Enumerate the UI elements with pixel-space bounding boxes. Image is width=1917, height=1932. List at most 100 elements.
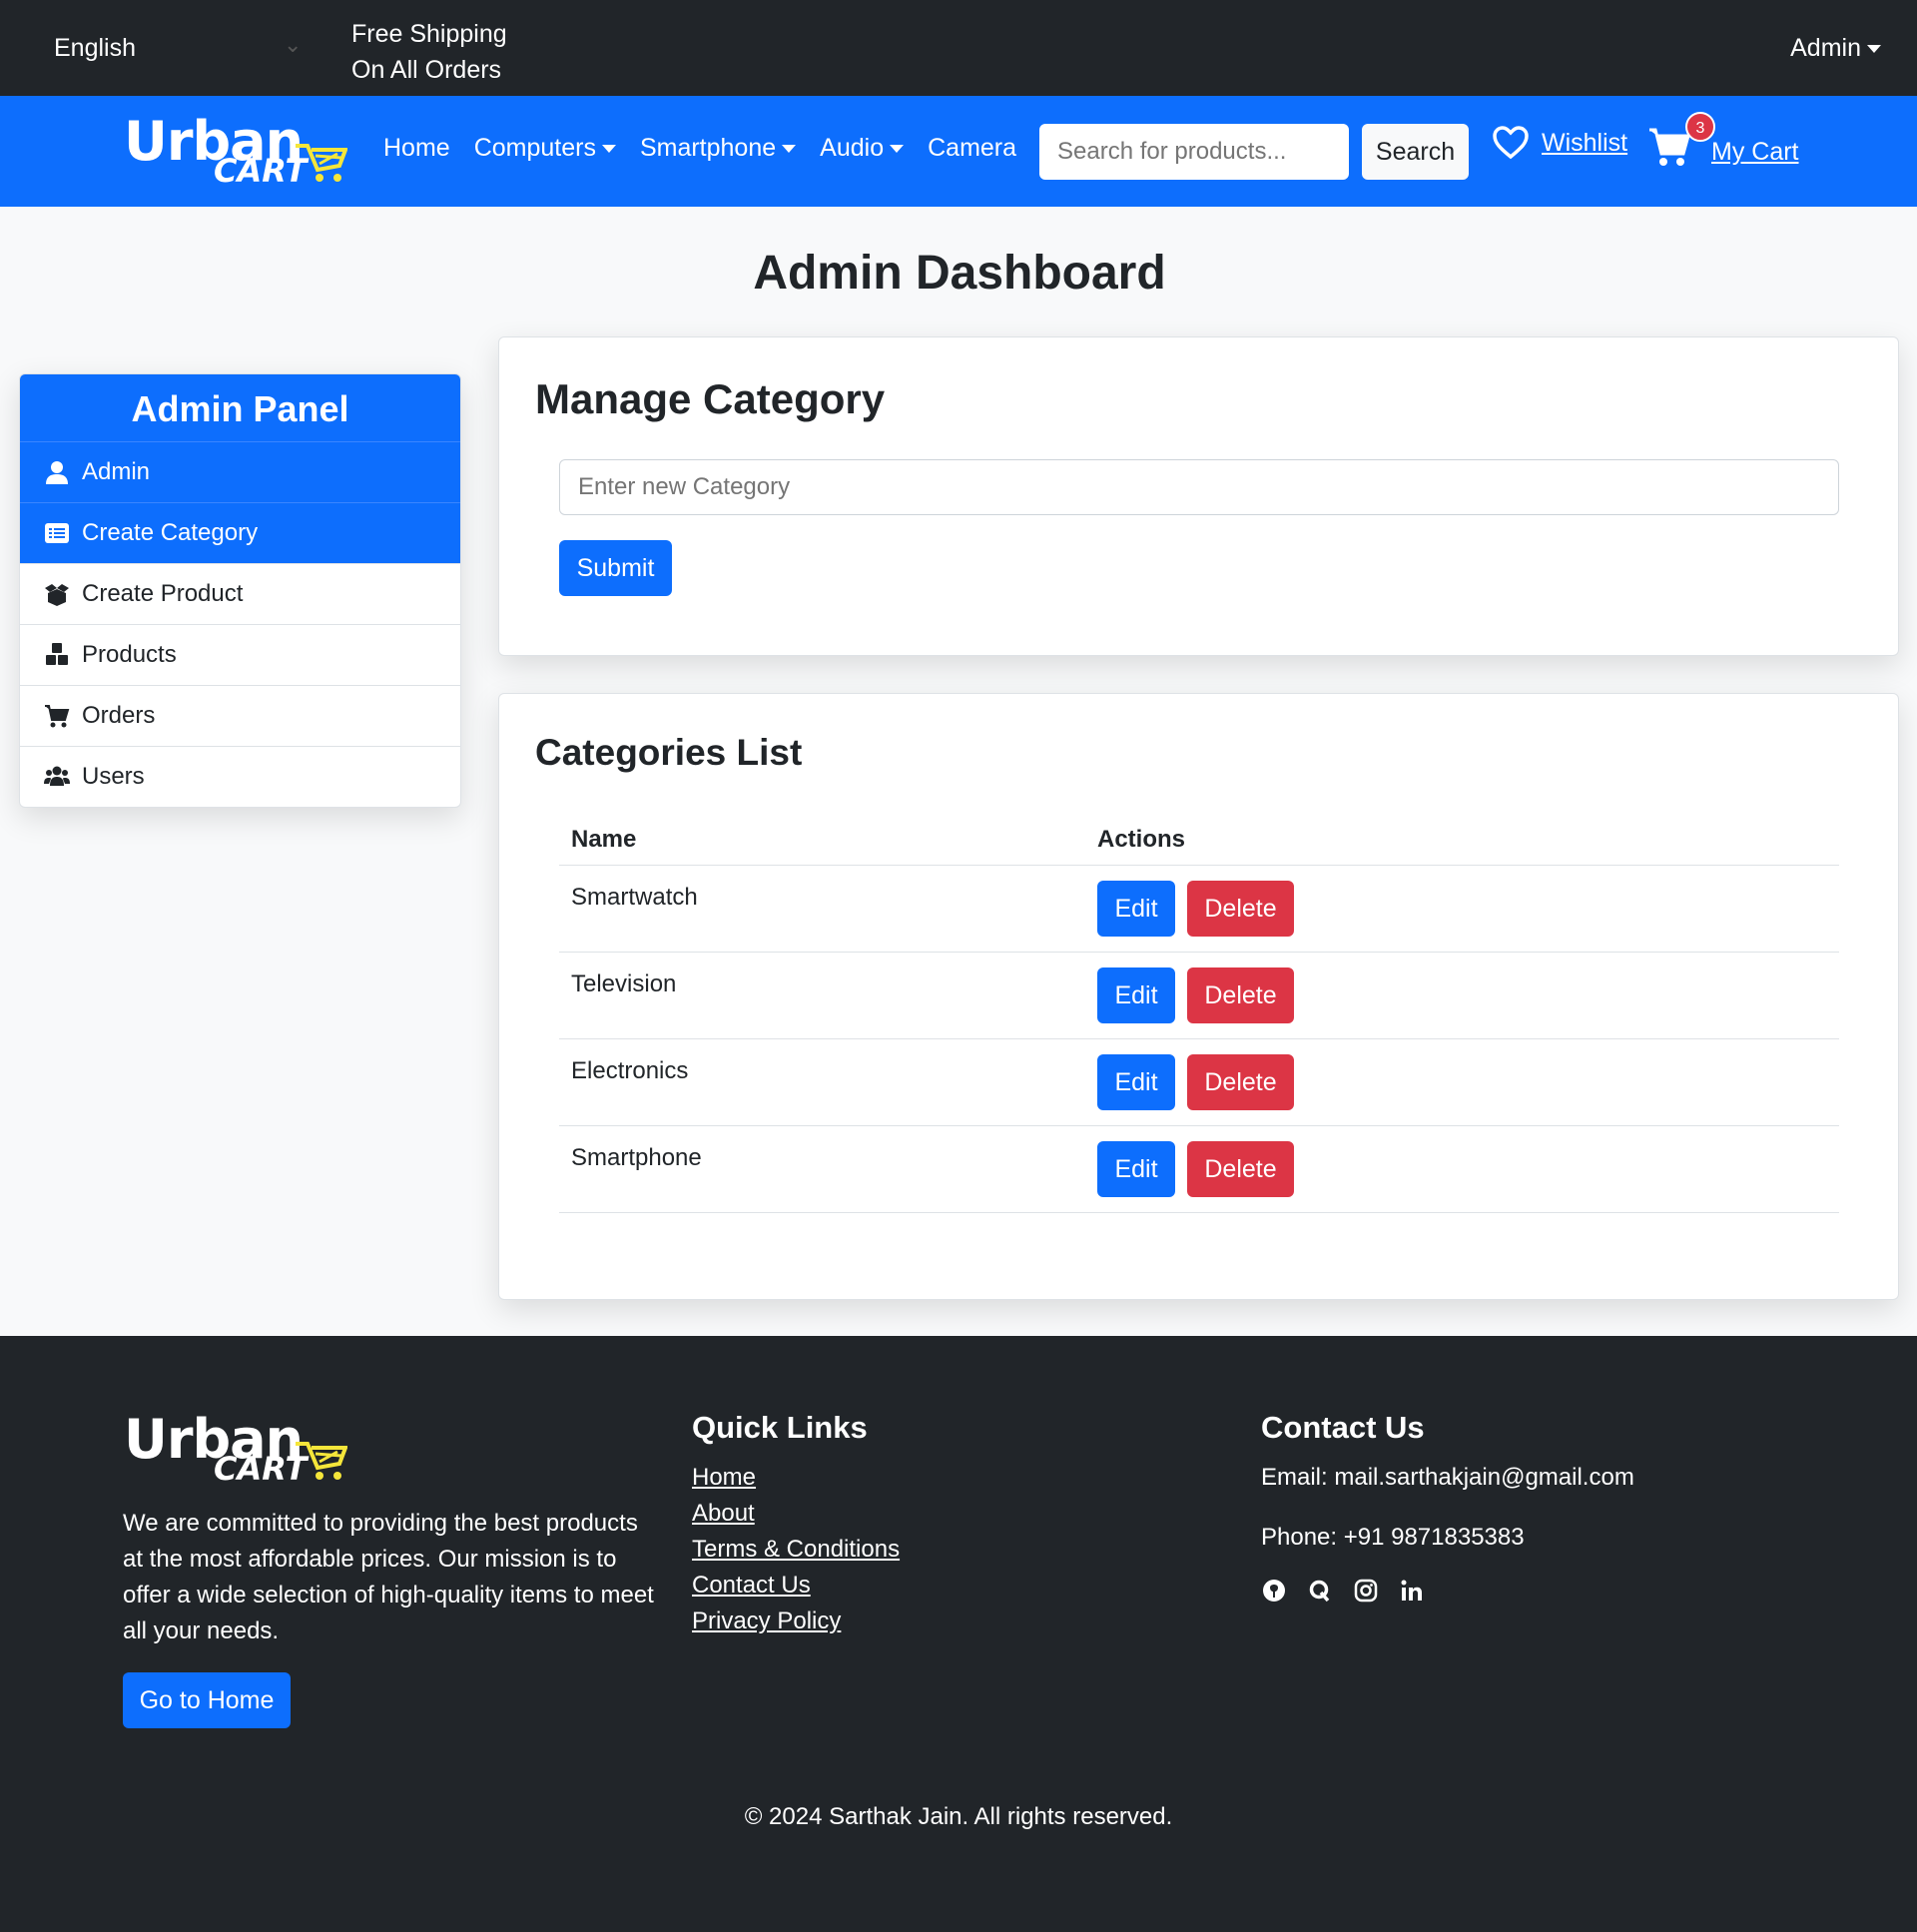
- footer-link-terms[interactable]: Terms & Conditions: [692, 1532, 900, 1568]
- go-to-home-button[interactable]: Go to Home: [123, 1672, 291, 1728]
- copyright-text: © 2024 Sarthak Jain. All rights reserved…: [744, 1803, 1173, 1830]
- nav-camera[interactable]: Camera: [928, 134, 1016, 163]
- nav-smartphone[interactable]: Smartphone: [639, 134, 797, 163]
- row-actions: Edit Delete: [1097, 1126, 1839, 1212]
- table-row: Electronics Edit Delete: [559, 1039, 1839, 1126]
- categories-table: Name Actions Smartwatch Edit Delete Tele…: [559, 814, 1839, 1213]
- categories-list-card: Categories List Name Actions Smartwatch …: [498, 693, 1899, 1300]
- footer-link-home[interactable]: Home: [692, 1460, 900, 1496]
- linkedin-icon[interactable]: [1399, 1578, 1425, 1604]
- box-open-icon: [45, 584, 69, 606]
- footer-link-privacy[interactable]: Privacy Policy: [692, 1604, 900, 1639]
- sidebar-title: Admin Panel: [20, 374, 460, 441]
- quick-links-title: Quick Links: [692, 1410, 868, 1445]
- users-icon: [44, 766, 70, 786]
- delete-button[interactable]: Delete: [1187, 967, 1294, 1023]
- list-icon: [45, 523, 69, 543]
- user-icon: [46, 461, 68, 484]
- footer-link-about[interactable]: About: [692, 1496, 900, 1532]
- main-navbar: Urban CART Home Computers Smartphone Aud…: [0, 96, 1917, 207]
- sidebar-item-label: Users: [82, 763, 145, 790]
- submit-button[interactable]: Submit: [559, 540, 672, 596]
- search-button[interactable]: Search: [1362, 124, 1469, 180]
- nav-home[interactable]: Home: [383, 134, 450, 163]
- cubes-icon: [46, 643, 68, 665]
- row-actions: Edit Delete: [1097, 866, 1839, 952]
- sidebar-item-label: Orders: [82, 702, 156, 729]
- cart-label: My Cart: [1711, 138, 1799, 166]
- footer-logo[interactable]: Urban CART: [124, 1408, 347, 1488]
- brand-logo[interactable]: Urban CART: [124, 110, 347, 190]
- logo-cart-icon: [296, 144, 347, 182]
- nav-links: Home Computers Smartphone Audio Camera: [383, 134, 1016, 163]
- language-select[interactable]: English ⌄: [54, 32, 304, 63]
- table-header: Name Actions: [559, 814, 1839, 866]
- categories-list-title: Categories List: [535, 732, 803, 773]
- instagram-icon[interactable]: [1353, 1578, 1379, 1604]
- admin-sidebar: Admin Panel Admin Create Category Create…: [19, 373, 461, 808]
- cart-icon: [1649, 128, 1690, 166]
- top-bar: English ⌄ Free Shipping On All Orders Ad…: [0, 0, 1917, 96]
- sidebar-item-create-category[interactable]: Create Category: [20, 502, 460, 563]
- row-actions: Edit Delete: [1097, 953, 1839, 1038]
- nav-smartphone-label: Smartphone: [639, 134, 777, 162]
- category-name: Smartphone: [571, 1144, 702, 1171]
- delete-button[interactable]: Delete: [1187, 1141, 1294, 1197]
- edit-button[interactable]: Edit: [1097, 967, 1175, 1023]
- table-row: Television Edit Delete: [559, 953, 1839, 1039]
- edit-button[interactable]: Edit: [1097, 1141, 1175, 1197]
- nav-audio[interactable]: Audio: [820, 134, 905, 163]
- table-row: Smartphone Edit Delete: [559, 1126, 1839, 1213]
- cart-link[interactable]: 3 My Cart: [1647, 112, 1807, 182]
- social-links: [1261, 1578, 1634, 1604]
- contact-us: Contact Us Email: mail.sarthakjain@gmail…: [1261, 1410, 1634, 1604]
- table-row: Smartwatch Edit Delete: [559, 866, 1839, 953]
- nav-computers-label: Computers: [473, 134, 596, 162]
- nav-audio-label: Audio: [820, 134, 885, 162]
- sidebar-item-admin[interactable]: Admin: [20, 441, 460, 502]
- manage-category-title: Manage Category: [535, 375, 886, 422]
- sidebar-item-users[interactable]: Users: [20, 746, 460, 807]
- sidebar-item-create-product[interactable]: Create Product: [20, 563, 460, 624]
- quick-links: Quick Links Home About Terms & Condition…: [692, 1410, 900, 1639]
- sidebar-item-label: Create Product: [82, 580, 244, 607]
- cart-icon: [45, 705, 70, 728]
- caret-down-icon: [601, 145, 616, 154]
- nav-computers[interactable]: Computers: [474, 134, 616, 163]
- category-name: Television: [571, 970, 677, 997]
- manage-category-card: Manage Category Submit: [498, 336, 1899, 656]
- caret-down-icon: [890, 145, 905, 154]
- language-value: English: [54, 34, 136, 62]
- delete-button[interactable]: Delete: [1187, 881, 1294, 937]
- footer-link-contact[interactable]: Contact Us: [692, 1568, 900, 1604]
- page-title: Admin Dashboard: [753, 247, 1166, 300]
- search-input[interactable]: [1039, 124, 1349, 180]
- edit-button[interactable]: Edit: [1097, 1054, 1175, 1110]
- category-name-input[interactable]: [559, 459, 1839, 515]
- column-header-actions: Actions: [1097, 825, 1186, 853]
- heart-icon: [1493, 126, 1529, 160]
- delete-button[interactable]: Delete: [1187, 1054, 1294, 1110]
- sidebar-item-orders[interactable]: Orders: [20, 685, 460, 746]
- row-actions: Edit Delete: [1097, 1039, 1839, 1125]
- quora-icon[interactable]: [1307, 1578, 1333, 1604]
- shipping-line-2: On All Orders: [351, 56, 502, 84]
- caret-down-icon: [782, 145, 797, 154]
- category-name: Electronics: [571, 1057, 689, 1084]
- edit-button[interactable]: Edit: [1097, 881, 1175, 937]
- wishlist-label: Wishlist: [1542, 128, 1628, 157]
- user-menu-dropdown[interactable]: Admin: [1790, 34, 1881, 63]
- sidebar-item-products[interactable]: Products: [20, 624, 460, 685]
- chevron-down-icon: ⌄: [284, 32, 303, 57]
- sidebar-item-label: Admin: [82, 458, 151, 485]
- contact-title: Contact Us: [1261, 1410, 1425, 1445]
- caret-down-icon: [1867, 45, 1881, 54]
- shipping-line-1: Free Shipping: [351, 20, 507, 48]
- category-name: Smartwatch: [571, 884, 698, 911]
- wishlist-link[interactable]: Wishlist: [1492, 126, 1627, 160]
- sidebar-item-label: Products: [82, 641, 177, 668]
- user-menu-label: Admin: [1790, 34, 1861, 62]
- site-footer: Urban CART We are committed to providing…: [0, 1336, 1917, 1932]
- github-icon[interactable]: [1261, 1578, 1287, 1604]
- shipping-notice: Free Shipping On All Orders: [351, 16, 507, 88]
